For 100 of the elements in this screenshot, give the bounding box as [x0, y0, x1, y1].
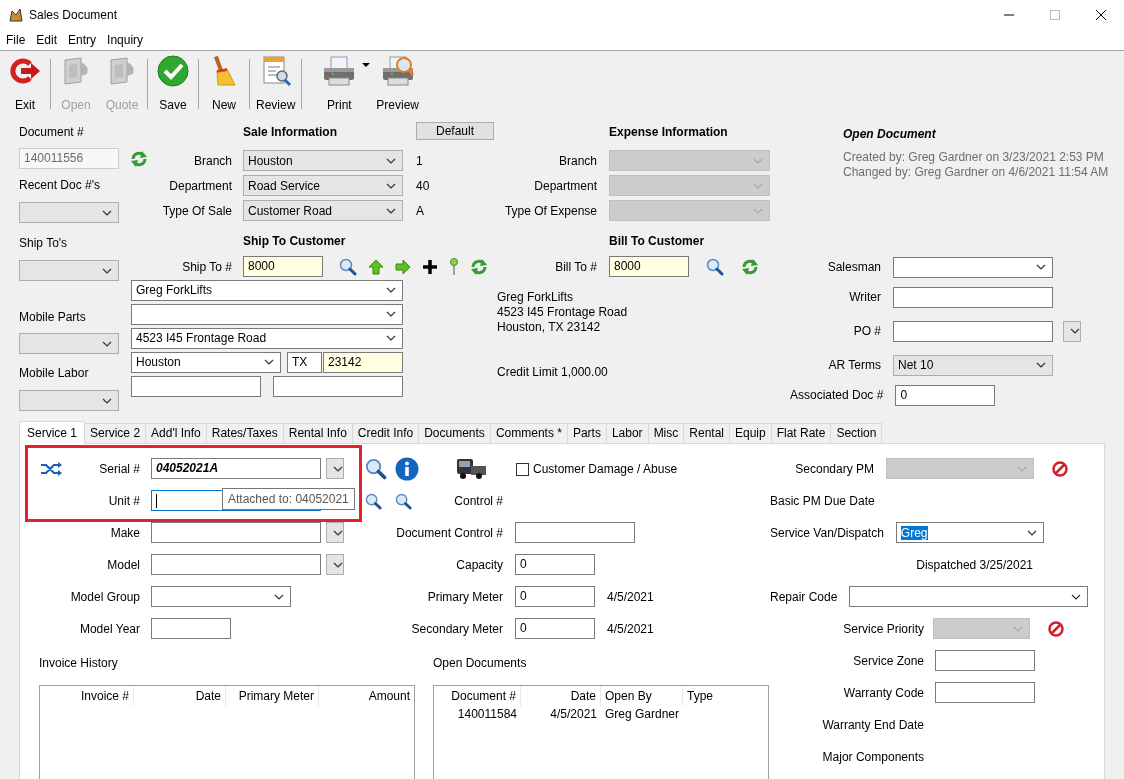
field-label: Ship To #	[181, 259, 232, 274]
field-label: Branch	[557, 153, 597, 168]
menu-item[interactable]: Edit	[30, 30, 63, 50]
toolbar-button[interactable]: Preview	[372, 51, 424, 113]
dropdown[interactable]: Houston	[243, 150, 403, 171]
chevron-icon	[1036, 362, 1046, 368]
field-label: Department	[533, 178, 597, 193]
text-field[interactable]	[893, 320, 1053, 342]
toolbar-button[interactable]: Print	[304, 51, 373, 113]
column-header[interactable]: Date	[134, 686, 226, 706]
column-header[interactable]: Amount	[319, 686, 414, 706]
toolbar-button[interactable]: Save	[150, 51, 196, 113]
field-label: Writer	[848, 290, 881, 304]
tab[interactable]: Service 1	[19, 421, 86, 444]
window-title: Sales Document	[29, 8, 118, 22]
search-icon[interactable]	[339, 257, 357, 276]
text-field[interactable]	[273, 375, 403, 397]
state-field[interactable]: TX	[287, 351, 322, 373]
date-label: 4/5/2021	[607, 621, 654, 638]
prohibited-icon[interactable]	[1052, 461, 1068, 477]
search-icon[interactable]	[395, 492, 412, 510]
dropdown[interactable]: Net 10	[893, 354, 1053, 376]
shuffle-icon[interactable]	[40, 462, 62, 476]
arrow-up-icon[interactable]	[368, 258, 384, 275]
chevron-icon	[1036, 264, 1046, 270]
dropdown[interactable]: Greg	[895, 522, 1044, 543]
dropdown[interactable]	[893, 256, 1053, 278]
refresh-icon[interactable]	[470, 257, 488, 276]
zip-field[interactable]: 23142	[323, 351, 403, 373]
text-field[interactable]	[151, 554, 321, 575]
toolbar-button[interactable]: Exit	[2, 51, 48, 113]
dropdown[interactable]: Houston	[131, 351, 281, 373]
dropdown-button[interactable]	[326, 458, 344, 479]
column-header[interactable]: Open By	[601, 686, 683, 706]
dropdown-button[interactable]	[326, 522, 344, 543]
menu-item[interactable]: Entry	[62, 30, 102, 50]
code-label: 40	[416, 178, 430, 193]
field-label: Unit #	[108, 493, 140, 510]
checkbox[interactable]: Customer Damage / Abuse	[516, 458, 678, 480]
text-field[interactable]: 0	[515, 618, 595, 639]
plus-icon[interactable]	[422, 258, 438, 275]
dropdown[interactable]	[849, 586, 1089, 607]
chevron-icon	[264, 359, 274, 365]
serial-field[interactable]: 04052021A	[151, 458, 321, 479]
dropdown[interactable]	[131, 303, 403, 325]
text-field[interactable]: 0	[515, 586, 595, 607]
truck-icon[interactable]	[455, 458, 487, 480]
tooltip: Attached to: 04052021	[222, 488, 355, 510]
arrow-right-icon[interactable]	[395, 258, 411, 275]
close-icon[interactable]	[1096, 10, 1106, 20]
toolbar-button[interactable]: Review	[252, 51, 300, 113]
dropdown-button[interactable]	[1063, 320, 1081, 342]
text-field[interactable]	[935, 650, 1035, 671]
field-label: Service Zone	[852, 653, 924, 670]
prohibited-icon[interactable]	[1048, 621, 1064, 637]
search-icon[interactable]	[365, 458, 387, 480]
text-field[interactable]	[515, 522, 635, 543]
field-label: Model Group	[70, 589, 140, 606]
dropdown[interactable]: 4523 I45 Frontage Road	[131, 327, 403, 349]
dropdown[interactable]: Customer Road	[243, 200, 403, 221]
column-header[interactable]: Type	[683, 686, 768, 706]
tab[interactable]: Equip	[729, 423, 772, 443]
text-field[interactable]	[131, 375, 261, 397]
pin-icon[interactable]	[449, 257, 459, 276]
field-label: Basic PM Due Date	[770, 493, 875, 510]
toolbar-button[interactable]: New	[201, 51, 247, 113]
text-field[interactable]: 0	[895, 384, 996, 406]
dropdown[interactable]: Greg ForkLifts	[131, 279, 403, 301]
table-cell-text: 140011584	[456, 706, 518, 723]
info-icon[interactable]	[395, 457, 419, 481]
date-label: 4/5/2021	[607, 589, 654, 606]
tab[interactable]: Section	[830, 423, 883, 443]
column-header[interactable]: Invoice #	[40, 686, 134, 706]
default-button[interactable]: Default	[416, 122, 494, 140]
chevron-icon	[386, 207, 396, 214]
menu-item[interactable]: File	[0, 30, 31, 50]
column-header[interactable]: Date	[521, 686, 601, 706]
text-field[interactable]	[935, 682, 1035, 703]
status-title: Open Document	[842, 126, 937, 142]
text-field[interactable]	[151, 522, 321, 543]
text-field[interactable]: 0	[515, 554, 595, 575]
address-line: Houston, TX 23142	[497, 320, 602, 335]
dropdown[interactable]	[151, 586, 291, 607]
refresh-icon[interactable]	[130, 149, 148, 168]
search-icon[interactable]	[365, 492, 382, 510]
ship-to-number-field[interactable]: 8000	[243, 256, 323, 277]
text-field[interactable]	[151, 618, 231, 639]
column-header[interactable]: Document #	[434, 686, 521, 706]
chevron-icon	[102, 209, 112, 216]
dropdown-button[interactable]	[326, 554, 344, 575]
text-field[interactable]	[893, 286, 1053, 308]
chevron-icon	[333, 529, 343, 536]
search-icon[interactable]	[706, 257, 724, 276]
menu-item[interactable]: Inquiry	[101, 30, 149, 50]
dropdown[interactable]: Road Service	[243, 175, 403, 196]
field-label: Warranty Code	[842, 685, 924, 702]
caret-icon[interactable]	[362, 63, 371, 67]
column-header[interactable]: Primary Meter	[226, 686, 319, 706]
bill-to-number-field[interactable]: 8000	[609, 256, 689, 277]
refresh-icon[interactable]	[741, 257, 759, 276]
